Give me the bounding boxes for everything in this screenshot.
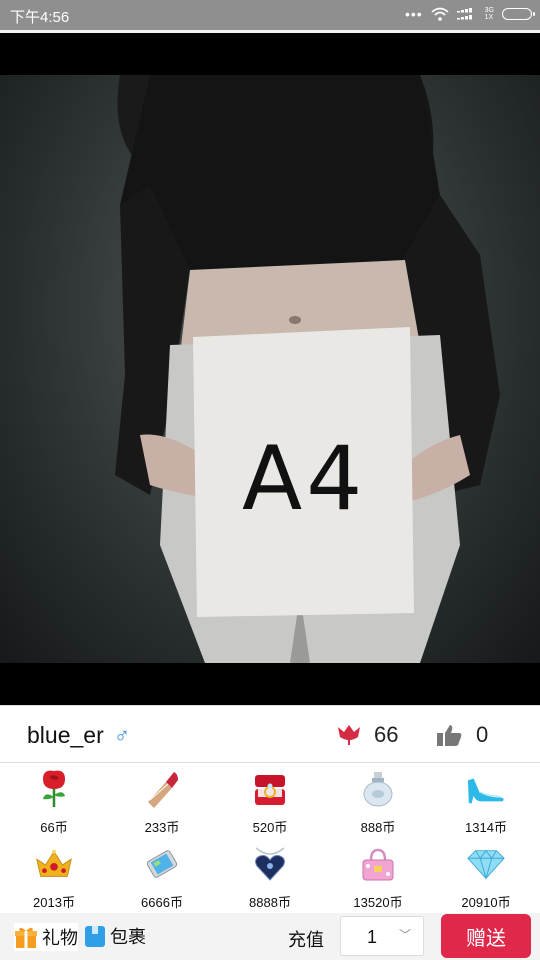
gift-item-diamond[interactable]: 20910币: [432, 838, 540, 913]
flower-count[interactable]: 66: [336, 722, 398, 748]
high-heel-icon: [466, 769, 506, 809]
flower-count-value: 66: [374, 722, 399, 747]
perfume-icon: [358, 769, 398, 809]
quantity-value: 1: [367, 927, 378, 947]
handbag-icon: [358, 844, 398, 884]
ring-box-icon: [250, 769, 290, 809]
profile-photo[interactable]: A4: [0, 75, 540, 663]
gift-item-rose[interactable]: 66币: [0, 763, 108, 838]
lipstick-icon: [142, 769, 182, 809]
thumbs-up-icon: [437, 725, 462, 746]
gift-item-high-heel[interactable]: 1314币: [432, 763, 540, 838]
recharge-link[interactable]: 充值: [288, 926, 324, 952]
crown-icon: [34, 844, 74, 884]
heart-necklace-icon: [250, 844, 290, 884]
gift-price: 20910币: [461, 895, 511, 910]
package-icon: [85, 926, 105, 947]
signal-icon: [456, 8, 472, 20]
tab-gift-label: 礼物: [42, 928, 78, 948]
rose-icon: [34, 769, 74, 809]
gift-item-heart-necklace[interactable]: 8888币: [216, 838, 324, 913]
gift-item-ring-box[interactable]: 520币: [216, 763, 324, 838]
gift-price: 888币: [360, 820, 396, 835]
gift-item-handbag[interactable]: 13520币: [324, 838, 432, 913]
gift-item-phone[interactable]: 6666币: [108, 838, 216, 913]
tab-gift[interactable]: 礼物: [14, 923, 78, 951]
male-gender-icon: ♂: [113, 722, 131, 748]
a4-sign-text: A4: [242, 427, 367, 530]
gift-price: 6666币: [141, 895, 183, 910]
tab-package-label: 包裹: [110, 927, 146, 947]
flower-icon: [338, 725, 360, 745]
wifi-icon: [431, 7, 449, 21]
username: blue_er: [27, 722, 104, 748]
status-time: 下午4:56: [10, 9, 70, 26]
network-type-label: 3G 1X: [484, 7, 494, 21]
bottom-action-bar: 礼物 包裹 充值 1 ﹀ 赠送: [0, 913, 540, 960]
gift-price: 233币: [144, 820, 180, 835]
gift-price: 1314币: [465, 820, 507, 835]
more-dots-icon: •••: [404, 6, 423, 22]
gift-price: 520币: [252, 820, 288, 835]
gift-price: 2013币: [33, 895, 75, 910]
gift-price: 13520币: [353, 895, 403, 910]
gift-item-crown[interactable]: 2013币: [0, 838, 108, 913]
gift-grid: 66币 233币 520币 888币 1314币 2013币 6666币 888…: [0, 763, 540, 913]
photo-viewer: A4: [0, 33, 540, 705]
like-count-value: 0: [476, 722, 489, 747]
tab-package[interactable]: 包裹: [84, 923, 146, 949]
like-count[interactable]: 0: [436, 722, 488, 748]
gift-item-lipstick[interactable]: 233币: [108, 763, 216, 838]
gift-price: 8888币: [249, 895, 291, 910]
diamond-icon: [466, 844, 506, 884]
quantity-select[interactable]: 1 ﹀: [340, 916, 424, 956]
user-info-bar: blue_er ♂ 66 0: [0, 705, 540, 763]
chevron-down-icon: ﹀: [398, 928, 411, 942]
phone-icon: [142, 844, 182, 884]
gift-box-icon: [15, 927, 37, 948]
user-name-group[interactable]: blue_er ♂: [27, 722, 130, 749]
gift-item-perfume[interactable]: 888币: [324, 763, 432, 838]
send-gift-button[interactable]: 赠送: [441, 914, 531, 958]
battery-icon: [502, 8, 535, 20]
gift-price: 66币: [40, 820, 68, 835]
status-bar: 下午4:56 ••• 3G 1X: [0, 0, 540, 30]
